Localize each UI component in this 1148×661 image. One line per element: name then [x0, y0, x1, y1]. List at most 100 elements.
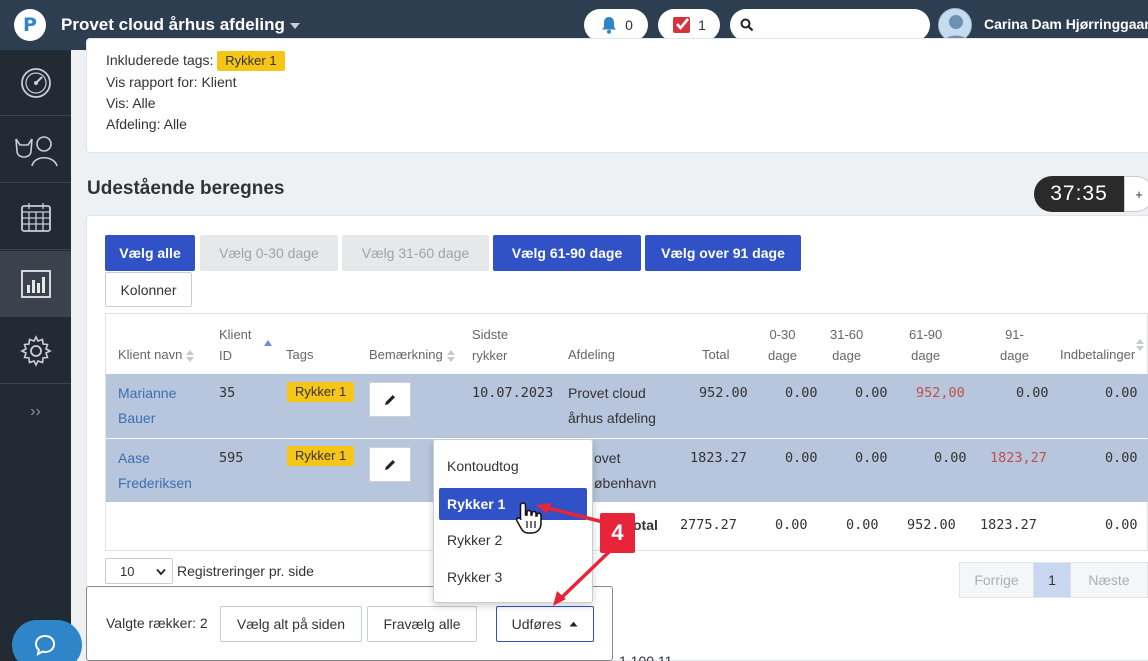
row-department: Provet cloud århus afdeling [568, 381, 656, 431]
section-title: Udestående beregnes [87, 178, 285, 199]
dropdown-item-rykker-2[interactable]: Rykker 2 [447, 532, 502, 548]
hand-pointer-icon [515, 502, 542, 534]
th-client-name-label: Klient navn [118, 347, 183, 362]
pagination-page-1[interactable]: 1 [1033, 562, 1071, 598]
th-31-60[interactable]: 31-60 dage [830, 324, 863, 366]
sort-icon [446, 349, 455, 362]
th-total[interactable]: Total [702, 344, 729, 365]
user-avatar[interactable] [938, 8, 972, 42]
th-department[interactable]: Afdeling [568, 344, 615, 365]
client-name-link[interactable]: Aase Frederiksen [118, 446, 192, 496]
row-91: 1823,27 [990, 450, 1047, 466]
dropdown-item-rykker-3[interactable]: Rykker 3 [447, 569, 502, 585]
tasks-count: 1 [698, 17, 706, 33]
th-61-90-label-2: dage [911, 348, 941, 363]
row-0-30: 0.00 [785, 450, 818, 466]
execute-dropdown-button[interactable]: Udføres [496, 606, 594, 642]
provet-logo-icon[interactable]: P [14, 9, 46, 41]
th-0-30-label-1: 0-30 [769, 327, 796, 342]
select-page-button[interactable]: Vælg alt på siden [220, 606, 362, 642]
dropdown-item-rykker-1[interactable]: Rykker 1 [439, 488, 587, 520]
th-last-reminder-label-1: Sidste [472, 327, 509, 342]
th-91[interactable]: 91- dage [1000, 324, 1029, 366]
execute-dropdown-menu: Kontoudtog Rykker 1 Rykker 2 Rykker 3 [433, 439, 593, 603]
th-payments[interactable]: Indbetalinger [1060, 344, 1135, 365]
dashboard-gauge-icon [20, 67, 51, 98]
edit-remark-button[interactable] [369, 447, 411, 482]
th-0-30[interactable]: 0-30 dage [768, 324, 797, 366]
pagination-next-button[interactable]: Næste [1070, 562, 1148, 598]
pencil-icon [385, 459, 395, 470]
department-title: Provet cloud århus afdeling [61, 15, 285, 34]
session-timer[interactable]: 37:35 [1034, 176, 1124, 212]
row-tag-label: Rykker 1 [287, 382, 355, 402]
select-all-button[interactable]: Vælg alle [105, 235, 195, 271]
th-remark[interactable]: Bemærkning [369, 344, 455, 365]
sidebar-item-settings[interactable] [0, 318, 71, 384]
client-last-name: Frederiksen [118, 475, 192, 491]
totals-total: 2775.27 [680, 517, 737, 533]
client-first-name: Marianne [118, 385, 177, 401]
selected-rows-label: Valgte rækker: 2 [106, 615, 208, 631]
row-tag: Rykker 1 [287, 446, 355, 466]
sort-icon [186, 349, 195, 362]
th-client-id[interactable]: Klient ID [219, 324, 252, 366]
sidebar-item-reports[interactable] [0, 251, 71, 317]
th-0-30-label-2: dage [768, 348, 797, 363]
edit-remark-button[interactable] [369, 382, 411, 417]
filter-show: Vis: Alle [106, 95, 156, 111]
row-61-90: 952,00 [916, 385, 965, 401]
sidebar: ›› [0, 50, 71, 661]
th-61-90[interactable]: 61-90 dage [909, 324, 942, 366]
notifications-button[interactable]: 0 [584, 9, 648, 41]
row-department-line-1: Provet cloud [568, 385, 646, 401]
chat-bubble-icon [34, 634, 56, 656]
filter-department: Afdeling: Alle [106, 116, 187, 132]
department-switcher[interactable]: Provet cloud århus afdeling [61, 15, 300, 35]
filter-tags-label: Inkluderede tags: [106, 52, 214, 68]
logo-letter: P [23, 14, 37, 36]
gear-icon [19, 334, 52, 367]
row-tag: Rykker 1 [287, 382, 355, 402]
th-last-reminder-label-2: rykker [472, 348, 508, 363]
last-reminder-date: 10.07.2023 [472, 385, 554, 401]
select-over-91-button[interactable]: Vælg over 91 dage [645, 235, 801, 271]
columns-button[interactable]: Kolonner [105, 272, 192, 307]
per-page-label: Registreringer pr. side [177, 563, 314, 579]
chevron-down-icon [156, 568, 166, 576]
th-client-name[interactable]: Klient navn [118, 344, 195, 365]
client-name-link[interactable]: Marianne Bauer [118, 381, 176, 431]
th-remark-label: Bemærkning [369, 347, 443, 362]
row-department: ovet øbenhavn [594, 446, 656, 496]
row-tag-label: Rykker 1 [287, 446, 355, 466]
filter-tag-badge: Rykker 1 [217, 51, 285, 71]
sidebar-item-dashboard[interactable] [0, 50, 71, 116]
sidebar-expand-icon[interactable]: ›› [0, 402, 71, 422]
tasks-button[interactable]: 1 [658, 9, 720, 41]
chat-support-button[interactable] [12, 620, 82, 661]
select-0-30-button[interactable]: Vælg 0-30 dage [200, 235, 338, 271]
th-91-label-2: dage [1000, 348, 1029, 363]
filter-tags-line: Inkluderede tags: Rykker 1 [106, 51, 285, 71]
sidebar-item-calendar[interactable] [0, 184, 71, 250]
sort-ascending-icon [258, 334, 272, 350]
select-61-90-button[interactable]: Vælg 61-90 dage [493, 235, 641, 271]
row-payments: 0.00 [1105, 385, 1138, 401]
per-page-select[interactable]: 10 [105, 558, 173, 584]
client-last-name: Bauer [118, 410, 156, 426]
select-31-60-button[interactable]: Vælg 31-60 dage [342, 235, 489, 271]
sidebar-item-clients[interactable] [0, 117, 71, 183]
th-tags[interactable]: Tags [286, 344, 313, 365]
totals-label: otal [633, 517, 658, 533]
row-department-line-2: århus afdeling [568, 410, 656, 426]
user-name[interactable]: Carina Dam Hjørringgaard [984, 16, 1148, 32]
deselect-all-button[interactable]: Fravælg alle [367, 606, 477, 642]
search-icon [740, 18, 754, 32]
dropdown-item-kontoudtog[interactable]: Kontoudtog [447, 458, 519, 474]
timer-plus-button[interactable]: + [1124, 176, 1148, 212]
task-check-icon [673, 17, 691, 33]
per-page-value: 10 [120, 563, 135, 579]
search-input[interactable] [730, 9, 930, 41]
pagination-prev-button[interactable]: Forrige [959, 562, 1034, 598]
th-last-reminder[interactable]: Sidste rykker [472, 324, 508, 366]
